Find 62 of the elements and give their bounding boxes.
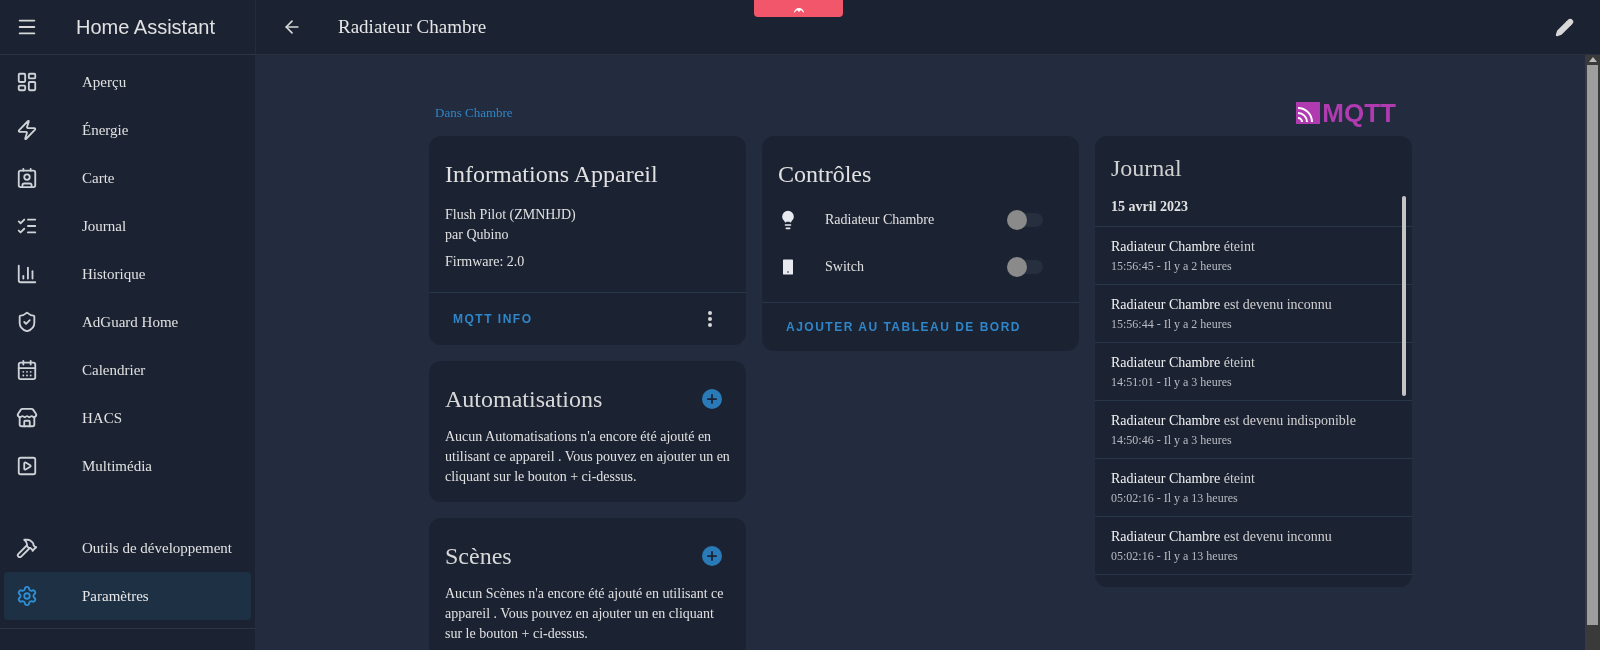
firmware-version: Firmware: 2.0: [445, 253, 526, 271]
empty-message: Aucun Automatisations n'a encore été ajouté en utilisant ce appareil . Vous pouvez en ajouter un en cliquant sur le bouton + ci-dessus.: [445, 428, 730, 486]
empty-message: Aucun Scènes n'a encore été ajouté en utilisant ce appareil . Vous pouvez en ajouter un en cliquant sur le bouton + ci-dessus.: [445, 585, 725, 643]
app-title: Home Assistant: [76, 15, 215, 40]
device-manufacturer: par Qubino: [445, 226, 510, 244]
journal-timestamp: 05:02:16 - Il y a 13 heures: [1111, 490, 1239, 507]
journal-scrollbar[interactable]: [1402, 196, 1406, 396]
journal-timestamp: 15:56:45 - Il y a 2 heures: [1111, 258, 1233, 275]
journal-entry[interactable]: Radiateur Chambre éteint: [1111, 237, 1396, 257]
nav-item[interactable]: AdGuard Home: [4, 298, 251, 346]
page-title: Radiateur Chambre: [338, 14, 487, 39]
card-title: Contrôles: [777, 160, 873, 189]
plus-icon: [705, 549, 719, 563]
toggle-switch[interactable]: [1007, 259, 1043, 274]
shield-check-icon: [16, 311, 38, 333]
nav-item[interactable]: Historique: [4, 250, 251, 298]
card-title: Scènes: [445, 542, 512, 571]
nav-item[interactable]: Multimédia: [4, 442, 251, 490]
calendar-icon: [16, 359, 38, 381]
area-link[interactable]: Dans Chambre: [435, 103, 513, 123]
nav-item[interactable]: Calendrier: [4, 346, 251, 394]
journal-entry[interactable]: Radiateur Chambre éteint: [1111, 353, 1396, 373]
journal-timestamp: 14:50:46 - Il y a 3 heures: [1111, 432, 1233, 449]
nav-item[interactable]: Énergie: [4, 106, 251, 154]
integration-logo: MQTT: [1296, 100, 1396, 126]
card-title: Automatisations: [445, 385, 603, 414]
card-title: Informations Appareil: [445, 160, 659, 189]
more-options-icon: [708, 311, 712, 327]
device-model: Flush Pilot (ZMNHJD): [445, 206, 577, 224]
journal-timestamp: 15:56:44 - Il y a 2 heures: [1111, 316, 1233, 333]
card-title: Journal: [1110, 154, 1183, 183]
add-button[interactable]: [702, 546, 722, 566]
mqtt-info-button[interactable]: MQTT INFO: [437, 300, 549, 338]
nav-item[interactable]: HACS: [4, 394, 251, 442]
add-button[interactable]: [702, 389, 722, 409]
lightning-icon: [16, 119, 38, 141]
add-to-dashboard-button[interactable]: AJOUTER AU TABLEAU DE BORD: [770, 310, 1037, 344]
contact-card-icon: [16, 167, 38, 189]
settings-icon: [16, 585, 38, 607]
page-scrollbar[interactable]: [1585, 55, 1600, 650]
journal-date: 15 avril 2023: [1095, 196, 1412, 227]
plus-icon: [705, 392, 719, 406]
hammer-icon: [16, 537, 38, 559]
journal-timestamp: 14:51:01 - Il y a 3 heures: [1111, 374, 1233, 391]
pencil-icon: [1554, 17, 1574, 37]
entity-name[interactable]: Radiateur Chambre: [825, 209, 935, 230]
journal-timestamp: 05:02:16 - Il y a 13 heures: [1111, 548, 1239, 565]
bar-chart-icon: [16, 263, 38, 285]
nav-item[interactable]: Outils de développement: [4, 524, 251, 572]
store-icon: [16, 407, 38, 429]
nav-item[interactable]: Aperçu: [4, 58, 251, 106]
nav-item[interactable]: Carte: [4, 154, 251, 202]
journal-entry[interactable]: Radiateur Chambre est devenu inconnu: [1111, 295, 1396, 315]
play-icon: [16, 455, 38, 477]
toggle-switch[interactable]: [1007, 212, 1043, 227]
entity-name[interactable]: Switch: [825, 256, 864, 277]
nav-item[interactable]: Journal: [4, 202, 251, 250]
journal-entry[interactable]: Radiateur Chambre éteint: [1111, 469, 1396, 489]
nav-item[interactable]: Paramètres: [4, 572, 251, 620]
journal-entry[interactable]: Radiateur Chambre est devenu indisponible: [1111, 411, 1396, 431]
journal-entry[interactable]: Radiateur Chambre est devenu inconnu: [1111, 527, 1396, 547]
dashboard-icon: [16, 71, 38, 93]
